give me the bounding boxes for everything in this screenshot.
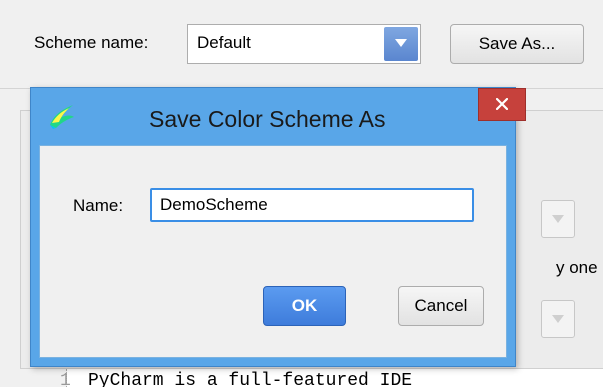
line-number: 1 [60, 371, 71, 387]
name-label: Name: [73, 196, 124, 215]
chevron-down-icon [552, 215, 564, 223]
settings-dropdown-button[interactable] [541, 200, 575, 238]
ok-button[interactable]: OK [263, 286, 346, 326]
chevron-down-icon [552, 315, 564, 323]
chevron-down-icon [395, 39, 407, 47]
close-icon [496, 98, 508, 110]
dialog-titlebar[interactable]: Save Color Scheme As [31, 88, 526, 145]
preview-editor: 1 PyCharm is a full-featured IDE [20, 368, 603, 387]
code-line: PyCharm is a full-featured IDE [88, 371, 413, 387]
save-color-scheme-dialog: Save Color Scheme As Name: OK Cancel [30, 87, 526, 367]
cancel-button[interactable]: Cancel [398, 286, 484, 326]
dialog-body: Name: OK Cancel [39, 145, 507, 358]
save-as-button[interactable]: Save As... [450, 24, 584, 64]
scheme-name-label: Scheme name: [34, 33, 149, 52]
settings-label-fragment: y one [556, 258, 598, 277]
pycharm-app-icon [50, 105, 74, 129]
scheme-name-value: Default [197, 33, 251, 52]
scheme-name-select[interactable]: Default [187, 24, 421, 64]
settings-dropdown-button-secondary[interactable] [541, 300, 575, 338]
scheme-name-input[interactable] [150, 188, 474, 222]
dialog-title: Save Color Scheme As [149, 106, 386, 132]
scheme-dropdown-button[interactable] [384, 27, 418, 61]
dialog-close-button[interactable] [478, 88, 526, 121]
